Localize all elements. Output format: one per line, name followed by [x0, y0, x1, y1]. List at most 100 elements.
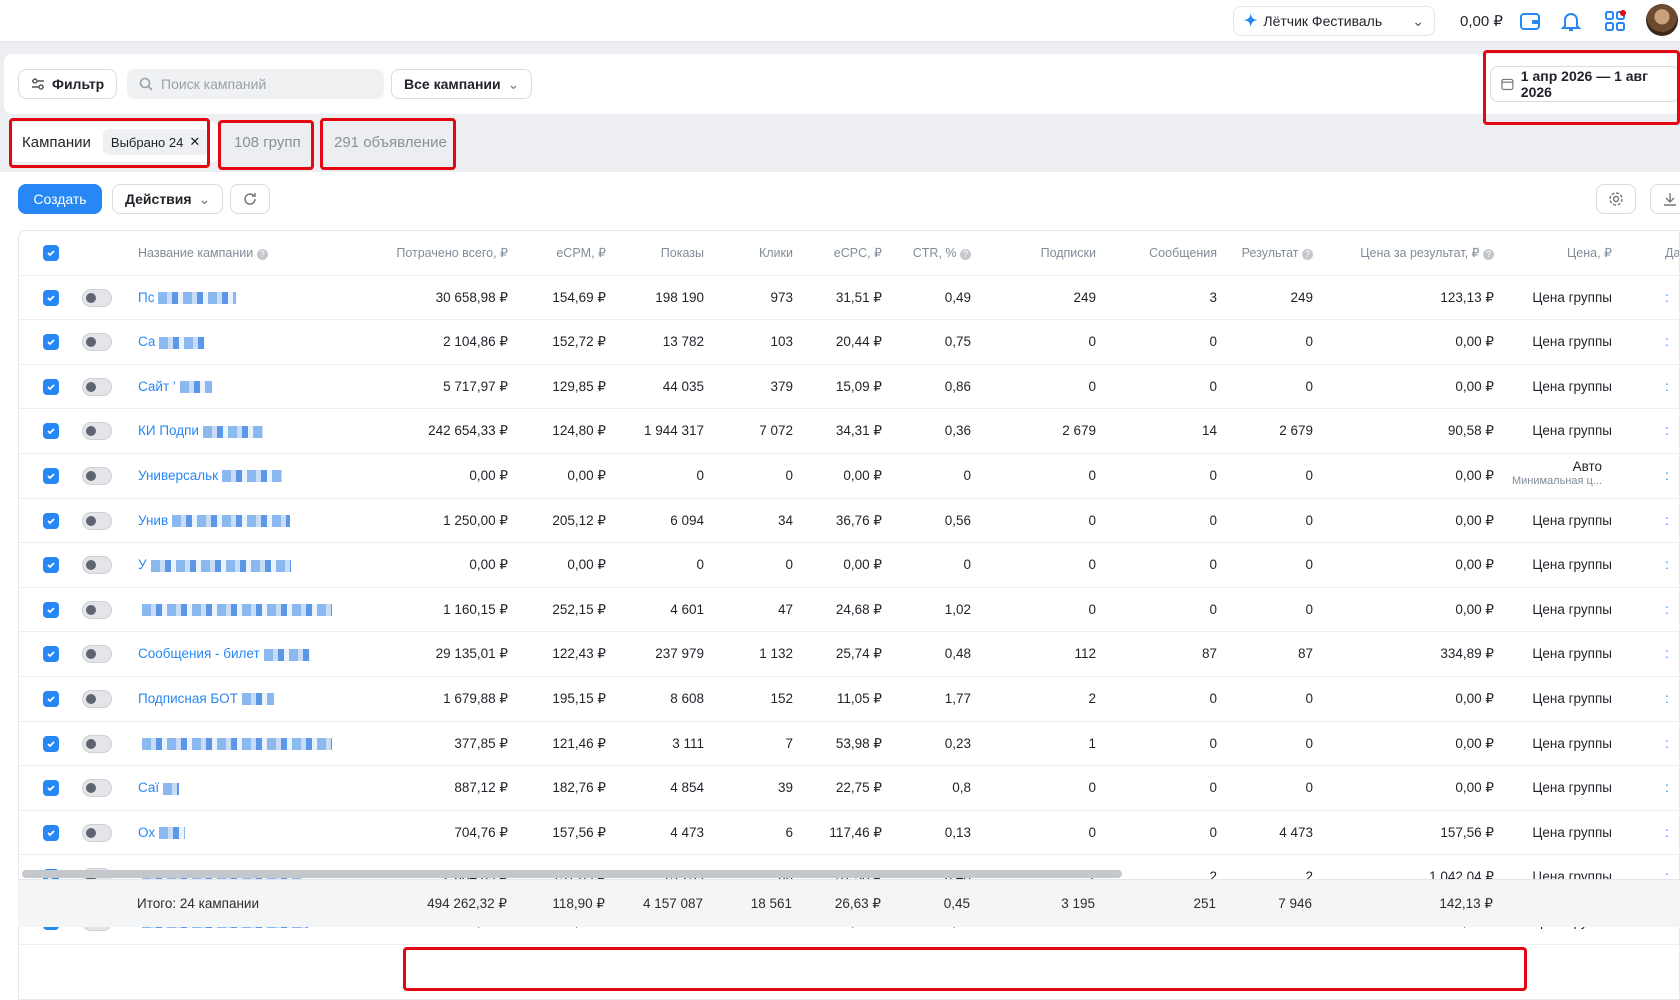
- row-checkbox[interactable]: [43, 423, 59, 440]
- table-row[interactable]: Са 2 104,86 ₽ 152,72 ₽ 13 782 103 20,44 ₽ 0,75…: [19, 320, 1679, 365]
- refresh-button[interactable]: [230, 184, 270, 214]
- header-impressions[interactable]: Показы: [661, 231, 704, 275]
- help-icon[interactable]: ?: [1302, 249, 1313, 260]
- campaign-toggle[interactable]: [82, 779, 112, 798]
- workspace-selector[interactable]: ✦ Лётчик Фестиваль ⌄: [1233, 6, 1435, 36]
- filter-button[interactable]: Фильтр: [18, 69, 118, 99]
- campaign-toggle[interactable]: [82, 734, 112, 753]
- campaign-toggle[interactable]: [82, 467, 112, 485]
- campaign-toggle[interactable]: [82, 690, 112, 708]
- campaign-toggle[interactable]: [82, 823, 112, 842]
- header-ecpc[interactable]: eCPC, ₽: [834, 231, 882, 275]
- campaign-name-link[interactable]: Сайт ’: [138, 365, 212, 409]
- download-button[interactable]: [1650, 184, 1680, 214]
- campaign-toggle[interactable]: [82, 511, 112, 530]
- tab-ads[interactable]: 291 объявление: [324, 122, 457, 162]
- create-button[interactable]: Создать: [18, 184, 102, 214]
- cell-price[interactable]: Цена группы: [1532, 365, 1612, 409]
- row-checkbox[interactable]: [43, 601, 59, 618]
- wallet-icon[interactable]: [1518, 9, 1542, 33]
- campaign-name-link[interactable]: Ох: [138, 811, 186, 855]
- campaign-name-link[interactable]: [138, 722, 332, 766]
- close-icon[interactable]: ✕: [189, 134, 200, 150]
- horizontal-scrollbar[interactable]: [22, 870, 1122, 878]
- campaign-toggle[interactable]: [82, 645, 112, 664]
- help-icon[interactable]: ?: [960, 249, 971, 260]
- table-row[interactable]: Сайт ’ 5 717,97 ₽ 129,85 ₽ 44 035 379 15,09 ₽…: [19, 365, 1679, 410]
- header-subscriptions[interactable]: Подписки: [1041, 231, 1096, 275]
- campaign-name-link[interactable]: Пс: [138, 276, 237, 320]
- table-row[interactable]: 377,85 ₽ 121,46 ₽ 3 111 7 53,98 ₽ 0,23 1 0 0 0,00…: [19, 722, 1679, 767]
- campaign-toggle[interactable]: [82, 333, 112, 352]
- row-checkbox[interactable]: [43, 824, 59, 841]
- campaign-name-link[interactable]: У: [138, 543, 291, 587]
- apps-grid-icon[interactable]: [1603, 9, 1627, 33]
- header-more[interactable]: Да: [1665, 231, 1679, 275]
- campaign-name-link[interactable]: Подписная БОТ: [138, 677, 274, 721]
- header-price[interactable]: Цена, ₽: [1567, 231, 1612, 275]
- row-checkbox[interactable]: [43, 512, 59, 529]
- campaign-name-link[interactable]: Са: [138, 320, 206, 364]
- cell-price[interactable]: Авто Минимальная ц...: [1399, 454, 1602, 498]
- table-row[interactable]: Сообщения - билет 29 135,01 ₽ 122,43 ₽ 237 …: [19, 632, 1679, 677]
- header-ctr[interactable]: CTR, % ?: [913, 231, 971, 275]
- cell-price[interactable]: Цена группы: [1532, 722, 1612, 766]
- actions-dropdown[interactable]: Действия ⌄: [112, 184, 224, 214]
- campaign-name-link[interactable]: Унив: [138, 499, 291, 543]
- header-name[interactable]: Название кампании ?: [138, 231, 268, 275]
- table-row[interactable]: Ох 704,76 ₽ 157,56 ₽ 4 473 6 117,46 ₽ 0,13 0 0 4 …: [19, 811, 1679, 856]
- table-row[interactable]: 1 160,15 ₽ 252,15 ₽ 4 601 47 24,68 ₽ 1,02 0 0 0 0…: [19, 588, 1679, 633]
- tab-campaigns[interactable]: Кампании Выбрано 24 ✕: [12, 122, 219, 162]
- select-all-checkbox[interactable]: [43, 245, 59, 261]
- cell-price[interactable]: Цена группы: [1532, 543, 1612, 587]
- row-checkbox[interactable]: [43, 780, 59, 797]
- cell-price[interactable]: Цена группы: [1532, 677, 1612, 721]
- cell-price[interactable]: Цена группы: [1532, 320, 1612, 364]
- header-ecpm[interactable]: eCPM, ₽: [556, 231, 606, 275]
- campaigns-select[interactable]: Все кампании ⌄: [391, 69, 533, 99]
- cell-price[interactable]: Цена группы: [1532, 499, 1612, 543]
- table-row[interactable]: КИ Подпи 242 654,33 ₽ 124,80 ₽ 1 944 317 7 0…: [19, 409, 1679, 454]
- campaign-toggle[interactable]: [82, 377, 112, 396]
- header-spent[interactable]: Потрачено всего, ₽: [396, 231, 508, 275]
- bell-icon[interactable]: [1559, 9, 1583, 33]
- row-checkbox[interactable]: [43, 378, 59, 395]
- campaign-name-link[interactable]: [138, 588, 332, 632]
- search-input[interactable]: Поиск кампаний: [127, 69, 384, 99]
- header-clicks[interactable]: Клики: [759, 231, 793, 275]
- row-checkbox[interactable]: [43, 334, 59, 351]
- cell-price[interactable]: Цена группы: [1532, 588, 1612, 632]
- campaign-name-link[interactable]: Саї: [138, 766, 180, 810]
- cell-price[interactable]: Цена группы: [1532, 409, 1612, 453]
- row-checkbox[interactable]: [43, 557, 59, 574]
- cell-price[interactable]: Цена группы: [1532, 811, 1612, 855]
- row-checkbox[interactable]: [43, 735, 59, 752]
- campaign-name-link[interactable]: КИ Подпи: [138, 409, 263, 453]
- avatar[interactable]: [1646, 4, 1678, 36]
- cell-price[interactable]: Цена группы: [1532, 276, 1612, 320]
- table-row[interactable]: Универсальк 0,00 ₽0,00 ₽0 0 0,00 ₽0 0 0 0 0,00 …: [19, 454, 1679, 499]
- header-result[interactable]: Результат ?: [1242, 231, 1313, 275]
- campaign-name-link[interactable]: Сообщения - билет: [138, 632, 310, 676]
- row-checkbox[interactable]: [43, 468, 59, 484]
- help-icon[interactable]: ?: [1483, 249, 1494, 260]
- table-row[interactable]: Подписная БОТ 1 679,88 ₽ 195,15 ₽ 8 608 152 1…: [19, 677, 1679, 722]
- settings-button[interactable]: [1596, 184, 1636, 214]
- cell-price[interactable]: Цена группы: [1532, 632, 1612, 676]
- campaign-toggle[interactable]: [82, 288, 112, 307]
- row-checkbox[interactable]: [43, 691, 59, 707]
- table-row[interactable]: У 0,00 ₽ 0,00 ₽ 0 0 0,00 ₽ 0 0 0 0 0,00 ₽ Цена груп…: [19, 543, 1679, 588]
- tab-groups[interactable]: 108 групп: [224, 122, 311, 162]
- campaign-toggle[interactable]: [82, 422, 112, 441]
- row-checkbox[interactable]: [43, 289, 59, 306]
- help-icon[interactable]: ?: [256, 249, 268, 260]
- campaign-name-link[interactable]: Универсальк: [138, 454, 283, 498]
- campaign-toggle[interactable]: [82, 600, 112, 619]
- header-result-price[interactable]: Цена за результат, ₽ ?: [1360, 231, 1494, 275]
- row-checkbox[interactable]: [43, 646, 59, 663]
- table-row[interactable]: Пс 30 658,98 ₽ 154,69 ₽ 198 190 973 31,51 ₽ 0,…: [19, 276, 1679, 321]
- date-range-picker[interactable]: 1 апр 2026 — 1 авг 2026: [1490, 66, 1680, 102]
- table-row[interactable]: Саї 887,12 ₽ 182,76 ₽ 4 854 39 22,75 ₽ 0,8 0 0 0 0…: [19, 766, 1679, 811]
- cell-price[interactable]: Цена группы: [1532, 766, 1612, 810]
- campaign-toggle[interactable]: [82, 556, 112, 575]
